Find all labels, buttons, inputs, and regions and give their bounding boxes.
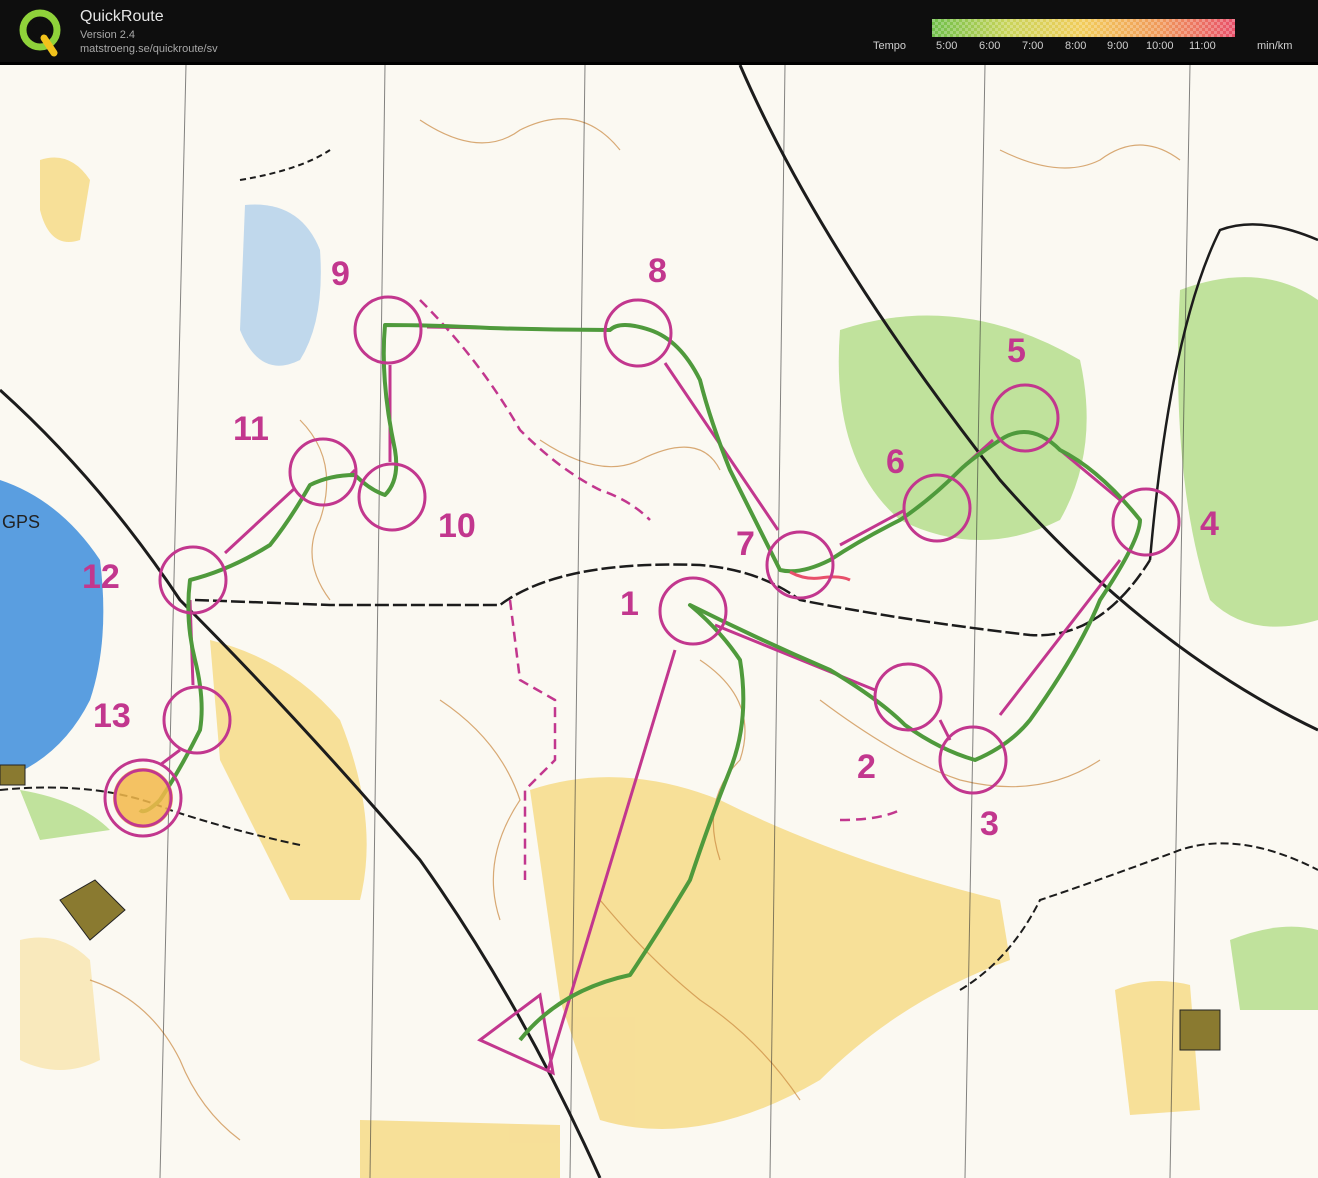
marsh-area	[240, 204, 321, 366]
legend-tick: 7:00	[1022, 40, 1044, 52]
gps-label: GPS	[2, 512, 40, 532]
legend-tick: 8:00	[1065, 40, 1087, 52]
app-url[interactable]: matstroeng.se/quickroute/sv	[80, 43, 218, 55]
finish-circle	[103, 758, 183, 838]
control-number: 3	[980, 805, 999, 843]
control-number: 6	[886, 443, 905, 481]
control-number: 11	[233, 410, 269, 448]
control-number: 10	[438, 507, 476, 545]
control-number: 5	[1007, 332, 1026, 370]
control-number: 13	[93, 697, 131, 735]
app-version: Version 2.4	[80, 29, 136, 41]
tempo-label: Tempo	[873, 40, 907, 52]
orienteering-map[interactable]: 1 2 3 4 5 6 7 8 9 10 11 12 13 GPS	[0, 65, 1318, 1178]
legend-tick: 6:00	[979, 40, 1001, 52]
control-number: 2	[857, 748, 876, 786]
control-number: 4	[1200, 505, 1219, 543]
legend-tick: 11:00	[1189, 40, 1216, 52]
control-number: 1	[620, 585, 639, 623]
control-number: 12	[82, 558, 120, 596]
legend-tick: 5:00	[936, 40, 958, 52]
app-header: QuickRoute Version 2.4 matstroeng.se/qui…	[0, 0, 1318, 62]
legend-tick: 10:00	[1146, 40, 1174, 52]
tempo-color-legend	[932, 19, 1235, 37]
legend-tick: 9:00	[1107, 40, 1129, 52]
quickroute-q-logo-icon	[19, 9, 61, 57]
control-number: 7	[736, 525, 755, 563]
map-canvas: 1 2 3 4 5 6 7 8 9 10 11 12 13 GPS	[0, 65, 1318, 1178]
control-number: 8	[648, 252, 667, 290]
legend-unit: min/km	[1257, 40, 1293, 52]
control-number: 9	[331, 255, 350, 293]
app-title: QuickRoute	[80, 8, 164, 25]
gps-route-highlight	[789, 570, 851, 582]
